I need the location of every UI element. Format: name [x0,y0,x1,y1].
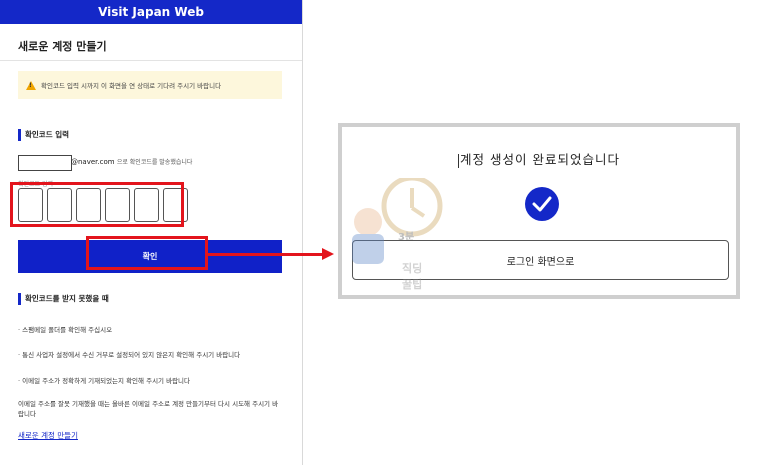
help-bullet: · 통신 사업자 설정에서 수신 거부로 설정되어 있지 않은지 확인해 주시기… [18,351,241,359]
complete-dialog: 계정 생성이 완료되었습니다 로그인 화면으로 [338,123,740,299]
app-title: Visit Japan Web [98,5,204,19]
email-redaction-box [18,155,72,171]
arrow-head [322,248,334,260]
signup-panel: Visit Japan Web 새로운 계정 만들기 확인코드 입력 시까지 이… [0,0,303,465]
divider [0,60,302,61]
go-to-login-label: 로그인 화면으로 [506,256,575,268]
help-bullet: · 이메일 주소가 정확하게 기재되었는지 확인해 주시기 바랍니다 [18,377,191,385]
email-sent-text: @naver.com 으로 확인코드를 발송했습니다 [71,157,192,166]
highlight-box-code [10,182,184,227]
new-account-link[interactable]: 새로운 계정 만들기 [18,430,78,441]
go-to-login-button[interactable]: 로그인 화면으로 [352,240,729,280]
help-last-text: 이메일 주소를 잘못 기재했을 때는 올바른 이메일 주소로 계정 만들기부터 … [18,400,279,418]
code-section-title: 확인코드 입력 [18,129,69,141]
highlight-box-confirm [86,236,208,270]
dialog-title-text: 계정 생성이 완료되었습니다 [460,152,620,167]
email-suffix: 으로 확인코드를 발송했습니다 [116,159,193,166]
text-cursor [458,153,460,168]
dialog-title: 계정 생성이 완료되었습니다 [342,149,736,168]
help-section-title: 확인코드를 받지 못했을 때 [18,293,109,305]
app-header: Visit Japan Web [0,0,302,24]
help-bullet: · 스팸메일 폴더를 확인해 주십시오 [18,326,113,334]
email-domain: @naver.com [71,158,115,166]
arrow-right-icon [208,253,324,256]
warning-icon [26,80,36,90]
notice-banner: 확인코드 입력 시까지 이 화면을 연 상태로 기다려 주시기 바랍니다 [18,71,282,99]
page-title: 새로운 계정 만들기 [18,40,107,53]
notice-text: 확인코드 입력 시까지 이 화면을 연 상태로 기다려 주시기 바랍니다 [41,82,222,90]
check-icon [525,187,559,221]
